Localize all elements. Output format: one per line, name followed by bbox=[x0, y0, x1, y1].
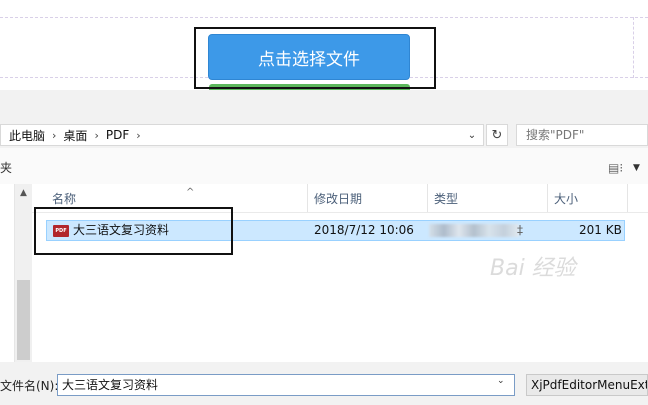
watermark: Bai 经验 bbox=[490, 256, 576, 281]
sort-up-icon: ^ bbox=[186, 187, 195, 198]
chevron-down-icon[interactable]: ⌄ bbox=[465, 126, 479, 144]
toolbar: 夹 ▤⁝ ▼ bbox=[0, 148, 648, 184]
column-size[interactable]: 大小 bbox=[548, 184, 628, 212]
view-options-icon[interactable]: ▤⁝ bbox=[608, 161, 623, 175]
nav-folder-label[interactable]: 夹 bbox=[0, 159, 12, 176]
scroll-up-icon[interactable]: ▲ bbox=[15, 186, 32, 200]
search-input[interactable]: 搜索"PDF" bbox=[516, 124, 648, 146]
filename-label: 文件名(N): bbox=[0, 379, 59, 393]
upload-area-border bbox=[633, 17, 634, 78]
scroll-thumb[interactable] bbox=[17, 280, 30, 360]
address-row: 此电脑 › 桌面 › PDF › ⌄ ↻ 搜索"PDF" bbox=[0, 120, 648, 148]
breadcrumb-this-pc[interactable]: 此电脑 bbox=[9, 127, 45, 144]
file-date: 2018/7/12 10:06 bbox=[314, 223, 414, 237]
filename-bar: 文件名(N): 大三语文复习资料 ⌄ XjPdfEditorMenuExt bbox=[0, 362, 648, 405]
refresh-icon[interactable]: ↻ bbox=[486, 124, 508, 146]
chevron-down-icon[interactable]: ⌄ bbox=[497, 376, 505, 386]
breadcrumb-desktop[interactable]: 桌面 bbox=[63, 127, 87, 144]
breadcrumb-pdf[interactable]: PDF bbox=[106, 128, 129, 142]
address-bar[interactable]: 此电脑 › 桌面 › PDF › bbox=[0, 124, 484, 146]
file-size: 201 KB bbox=[579, 223, 622, 237]
column-type[interactable]: 类型 bbox=[428, 184, 548, 212]
chevron-down-icon[interactable]: ▼ bbox=[633, 163, 640, 173]
column-date[interactable]: 修改日期 bbox=[308, 184, 428, 212]
upload-area-border bbox=[0, 17, 648, 18]
file-type-blurred bbox=[429, 224, 519, 237]
breadcrumb-separator[interactable]: › bbox=[52, 129, 56, 142]
annotation-box bbox=[194, 27, 436, 89]
breadcrumb-separator[interactable]: › bbox=[94, 129, 98, 142]
nav-scrollbar[interactable]: ▲ bbox=[14, 184, 32, 362]
filetype-select[interactable]: XjPdfEditorMenuExt bbox=[526, 374, 648, 396]
file-type-suffix: ‡ bbox=[517, 223, 523, 237]
filename-input[interactable]: 大三语文复习资料 bbox=[57, 374, 515, 396]
breadcrumb-separator[interactable]: › bbox=[136, 129, 140, 142]
annotation-box bbox=[34, 207, 233, 255]
